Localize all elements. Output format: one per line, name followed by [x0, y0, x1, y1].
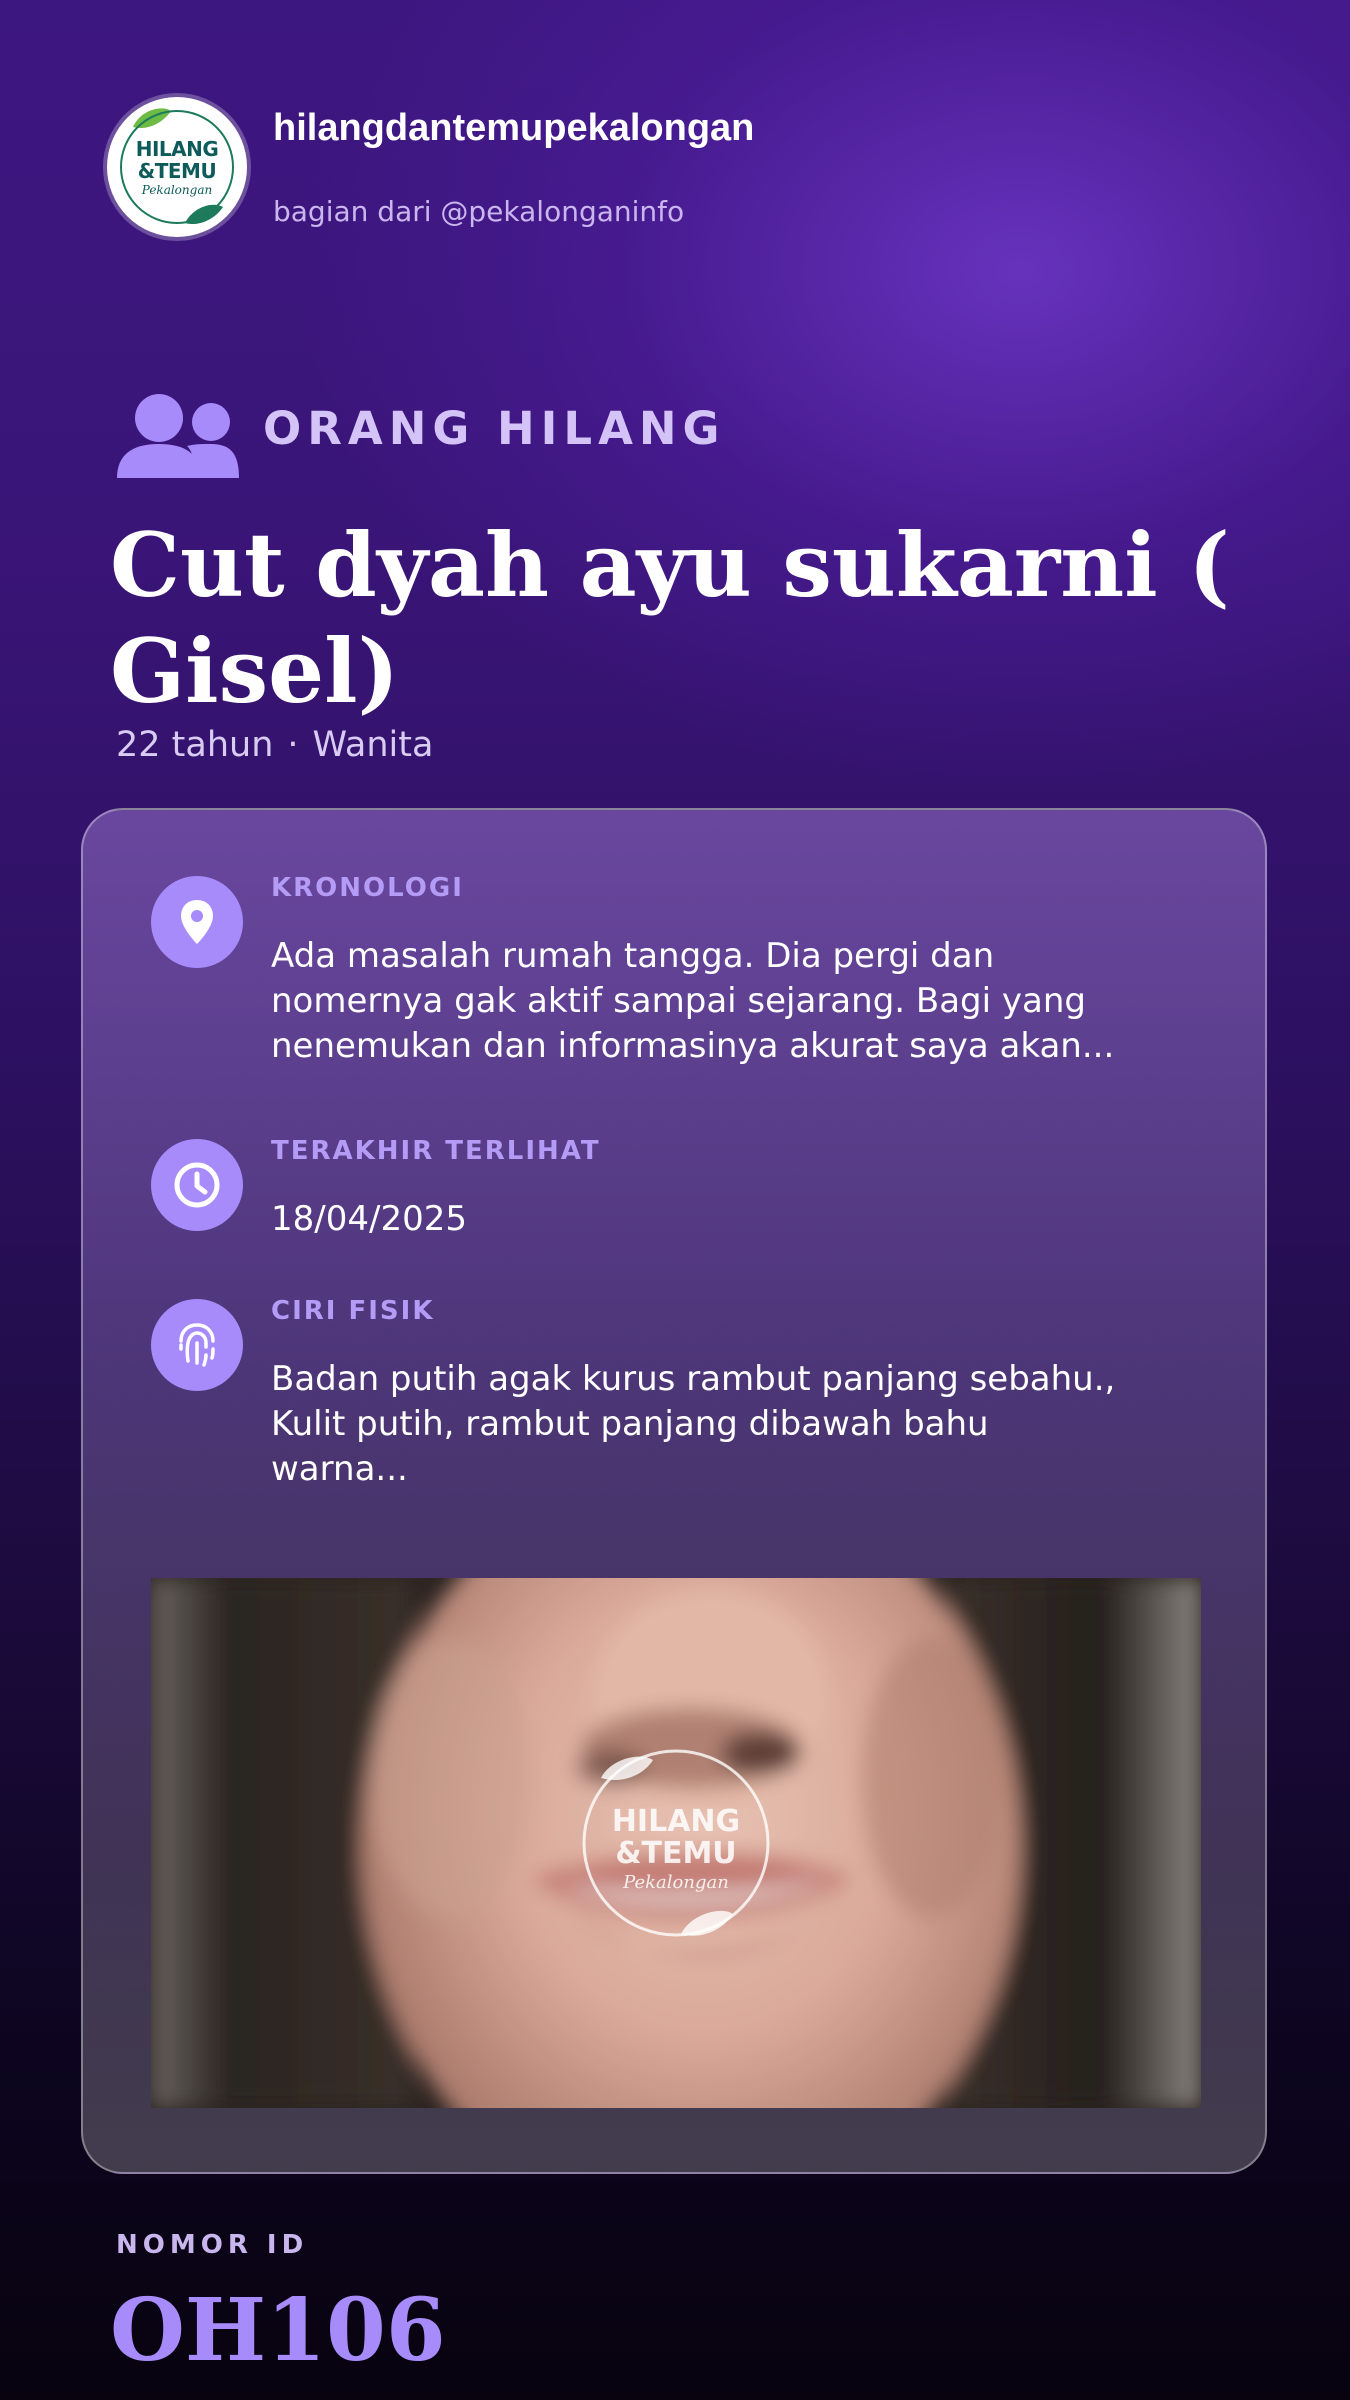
fingerprint-icon — [151, 1299, 243, 1391]
watermark-line-1: HILANG — [611, 1804, 741, 1839]
watermark-line-3: Pekalongan — [623, 1872, 729, 1893]
person-age: 22 tahun — [116, 725, 274, 765]
person-name: Cut dyah ayu sukarni ( Gisel) — [110, 513, 1230, 723]
category-label: ORANG HILANG — [263, 402, 726, 455]
account-subtitle: bagian dari @pekalonganinfo — [273, 195, 685, 228]
watermark-logo: HILANG &TEMU Pekalongan — [571, 1738, 781, 1948]
account-name[interactable]: hilangdantemupekalongan — [273, 107, 754, 150]
clock-icon — [151, 1139, 243, 1231]
person-gender: Wanita — [312, 725, 434, 765]
person-meta: 22 tahun · Wanita — [116, 725, 433, 765]
id-value: OH106 — [110, 2280, 446, 2381]
logo-line-1: HILANG — [135, 137, 219, 161]
detail-title: KRONOLOGI — [271, 873, 464, 903]
details-card: KRONOLOGI Ada masalah rumah tangga. Dia … — [81, 808, 1267, 2174]
detail-title: TERAKHIR TERLIHAT — [271, 1136, 601, 1166]
watermark-line-2: &TEMU — [615, 1836, 737, 1871]
location-pin-icon — [151, 876, 243, 968]
person-photo[interactable]: HILANG &TEMU Pekalongan — [151, 1578, 1201, 2108]
account-logo[interactable]: HILANG &TEMU Pekalongan — [107, 97, 247, 237]
id-label: NOMOR ID — [116, 2230, 309, 2260]
detail-title: CIRI FISIK — [271, 1296, 435, 1326]
detail-text: 18/04/2025 — [271, 1199, 467, 1239]
users-icon — [117, 394, 239, 478]
logo-line-2: &TEMU — [137, 159, 217, 183]
meta-separator: · — [287, 725, 299, 765]
logo-line-3: Pekalongan — [141, 183, 213, 197]
detail-text: Badan putih agak kurus rambut panjang se… — [271, 1359, 1116, 1489]
detail-text: Ada masalah rumah tangga. Dia pergi dan … — [271, 936, 1115, 1066]
account-header: HILANG &TEMU Pekalongan hilangdantemupek… — [107, 97, 1007, 237]
